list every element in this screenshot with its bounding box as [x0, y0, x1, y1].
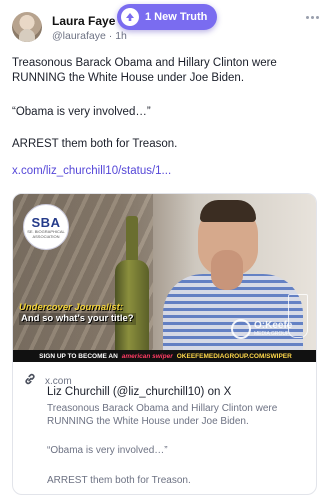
link-preview-card[interactable]: SBA SE. BIOGRAPHICAL ASSOCIATION Underco…	[12, 193, 317, 495]
author-meta: @laurafaye · 1h	[52, 30, 127, 42]
link-icon	[23, 372, 37, 391]
preview-video-thumbnail[interactable]: SBA SE. BIOGRAPHICAL ASSOCIATION Underco…	[13, 194, 316, 362]
okeefe-logo-icon	[231, 319, 251, 339]
author-handle[interactable]: @laurafaye	[52, 30, 106, 42]
new-truth-button[interactable]: 1 New Truth	[117, 4, 218, 30]
more-options-icon[interactable]	[306, 16, 319, 19]
caption-quote: And so what's your title?	[19, 313, 136, 325]
video-banner: SIGN UP TO BECOME AN american swiper OKE…	[13, 350, 316, 362]
sba-logo: SBA SE. BIOGRAPHICAL ASSOCIATION	[23, 204, 69, 250]
post-link[interactable]: x.com/liz_churchill10/status/1...	[12, 165, 171, 177]
link-card-description: ARREST them both for Treason.	[47, 475, 191, 486]
up-arrow-icon	[121, 8, 139, 26]
meta-separator: ·	[108, 30, 113, 42]
okeefe-watermark: O:Keefe MEDIA GROUP	[231, 319, 292, 339]
video-caption: Undercover Journalist: And so what's you…	[19, 302, 136, 325]
link-card-description: “Obama is very involved…”	[47, 445, 168, 456]
post-text-paragraph: Treasonous Barack Obama and Hillary Clin…	[12, 57, 277, 84]
caption-speaker: Undercover Journalist:	[19, 302, 123, 313]
link-card-description: Treasonous Barack Obama and Hillary Clin…	[47, 403, 278, 427]
truth-post: Laura Faye @laurafaye · 1h 1 New Truth T…	[0, 0, 329, 500]
link-card-title[interactable]: Liz Churchill (@liz_churchill10) on X	[47, 386, 231, 398]
wine-bottle	[115, 216, 149, 360]
post-text-paragraph: “Obama is very involved…”	[12, 106, 151, 118]
post-time[interactable]: 1h	[115, 30, 127, 42]
post-text-paragraph: ARREST them both for Treason.	[12, 138, 178, 150]
new-truth-label: 1 New Truth	[145, 11, 208, 23]
author-name[interactable]: Laura Faye	[52, 14, 115, 28]
avatar[interactable]	[12, 12, 42, 42]
